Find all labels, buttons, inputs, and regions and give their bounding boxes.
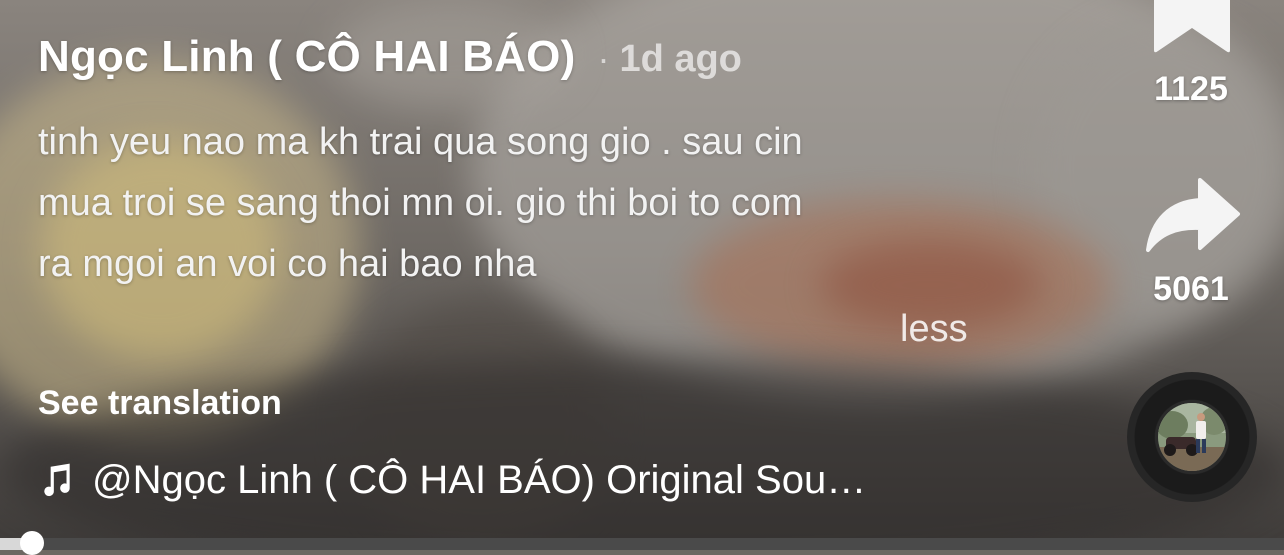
caption-line: ra mgoi an voi co hai bao nha — [38, 243, 537, 285]
caption-line: mua troi se sang thoi mn oi. gio thi boi… — [38, 182, 803, 224]
music-disc-button[interactable] — [1127, 372, 1257, 502]
bookmark-button[interactable] — [1152, 0, 1232, 60]
sound-label: @Ngọc Linh ( CÔ HAI BÁO) Original Sou… — [92, 458, 867, 502]
bookmark-icon — [1154, 0, 1230, 53]
caption-text[interactable]: tinh yeu nao ma kh trai qua song gio . s… — [38, 112, 998, 295]
video-progress-bar[interactable] — [0, 538, 1284, 550]
music-note-icon — [44, 463, 70, 496]
post-time: 1d ago — [619, 38, 742, 80]
video-progress-handle[interactable] — [20, 531, 45, 555]
caption-line: tinh yeu nao ma kh trai qua song gio . s… — [38, 121, 803, 163]
share-button[interactable] — [1142, 176, 1242, 256]
share-count: 5061 — [1153, 270, 1229, 308]
author-row: Ngọc Linh ( CÔ HAI BÁO) · 1d ago — [38, 32, 742, 82]
sound-link[interactable]: @Ngọc Linh ( CÔ HAI BÁO) Original Sou… — [38, 458, 866, 503]
author-name[interactable]: Ngọc Linh ( CÔ HAI BÁO) — [38, 32, 575, 82]
bookmark-count: 1125 — [1154, 70, 1228, 108]
music-disc-avatar — [1158, 403, 1226, 471]
separator-dot: · — [597, 38, 610, 79]
see-translation-button[interactable]: See translation — [38, 384, 282, 423]
share-arrow-icon — [1146, 178, 1240, 252]
less-button[interactable]: less — [900, 308, 968, 351]
